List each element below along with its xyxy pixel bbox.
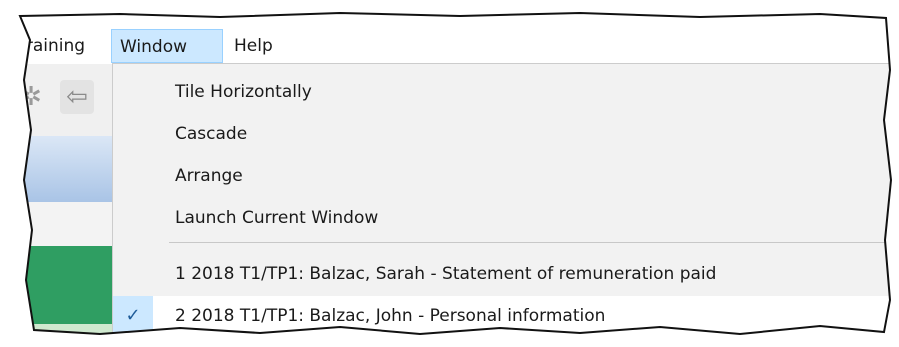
menu-item-arrange[interactable]: Arrange [113, 156, 899, 196]
menu-item-launch-current-window[interactable]: Launch Current Window [113, 198, 899, 238]
window-dropdown-menu: Tile Horizontally Cascade Arrange Launch… [112, 63, 899, 347]
back-arrow-icon[interactable]: ⇦ [60, 80, 94, 114]
gear-icon[interactable]: ✲ [14, 80, 48, 114]
menu-item-window-2[interactable]: ✓ 2 2018 T1/TP1: Balzac, John - Personal… [113, 296, 899, 336]
checkmark-icon: ✓ [113, 296, 153, 336]
window-title-strip [0, 136, 113, 202]
menu-item-label: Cascade [175, 124, 248, 144]
menu-item-label: Launch Current Window [175, 208, 379, 228]
bottom-strip [0, 324, 113, 347]
panel-strip [0, 202, 113, 246]
menu-window[interactable]: Window [111, 29, 223, 63]
menu-help[interactable]: Help [226, 29, 281, 63]
menu-item-label: 1 2018 T1/TP1: Balzac, Sarah - Statement… [175, 264, 717, 284]
menu-item-window-1[interactable]: 1 2018 T1/TP1: Balzac, Sarah - Statement… [113, 254, 899, 294]
menu-item-label: Tile Horizontally [175, 82, 312, 102]
menu-bar: Training Window Help [0, 0, 899, 64]
green-panel-strip [0, 246, 113, 324]
menu-item-label: 2 2018 T1/TP1: Balzac, John - Personal i… [175, 306, 606, 326]
menu-item-tile-horizontally[interactable]: Tile Horizontally [113, 72, 899, 112]
menu-separator [169, 242, 899, 243]
menu-training[interactable]: Training [10, 29, 93, 63]
menu-item-cascade[interactable]: Cascade [113, 114, 899, 154]
menu-item-label: Arrange [175, 166, 243, 186]
